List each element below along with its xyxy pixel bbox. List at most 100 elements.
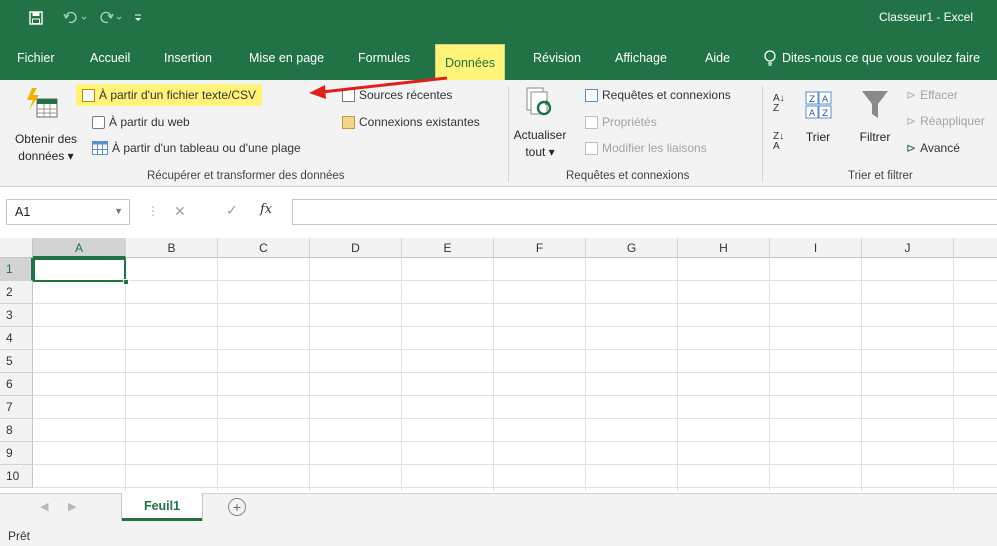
svg-text:Z: Z bbox=[809, 95, 815, 105]
get-data-button[interactable]: Obtenir des données ▾ bbox=[8, 84, 84, 166]
chevron-down-icon[interactable]: ▼ bbox=[114, 206, 123, 216]
select-all-button[interactable] bbox=[0, 238, 33, 258]
tab-insertion[interactable]: Insertion bbox=[164, 36, 212, 80]
column-header-g[interactable]: G bbox=[586, 238, 678, 258]
properties-icon bbox=[585, 115, 598, 129]
row-header-9[interactable]: 9 bbox=[0, 442, 33, 465]
svg-text:Z: Z bbox=[822, 109, 828, 119]
sheet-tab-bar: ◀ ▶ Feuil1 + bbox=[0, 493, 997, 523]
existing-connections-icon bbox=[342, 115, 355, 129]
get-data-icon bbox=[27, 88, 58, 118]
scroll-right-icon[interactable]: ▶ bbox=[68, 500, 76, 513]
undo-icon[interactable] bbox=[62, 0, 90, 36]
active-cell[interactable] bbox=[33, 258, 126, 282]
group-label-get-transform: Récupérer et transformer des données bbox=[147, 170, 345, 182]
filter-icon bbox=[862, 91, 888, 118]
table-icon bbox=[92, 141, 108, 155]
column-header-partial[interactable] bbox=[954, 238, 997, 258]
group-label-sort-filter: Trier et filtrer bbox=[848, 170, 913, 182]
reapply-icon: ⊳ bbox=[906, 114, 917, 128]
name-box[interactable]: A1 ▼ bbox=[6, 199, 130, 225]
advanced-filter-button[interactable]: ⊳ Avancé bbox=[906, 141, 960, 155]
reapply-label: Réappliquer bbox=[920, 114, 985, 128]
tab-formules[interactable]: Formules bbox=[358, 36, 410, 80]
filter-button[interactable]: Filtrer bbox=[853, 88, 897, 158]
from-web-label: À partir du web bbox=[109, 115, 190, 129]
tab-aide[interactable]: Aide bbox=[705, 36, 730, 80]
insert-function-button[interactable]: fx bbox=[260, 202, 272, 217]
row-header-4[interactable]: 4 bbox=[0, 327, 33, 350]
sort-button[interactable]: ZAAZ Trier bbox=[798, 88, 838, 158]
cancel-icon[interactable]: ✕ bbox=[174, 203, 186, 220]
refresh-all-label-1: Actualiser bbox=[513, 128, 567, 142]
edit-links-button[interactable]: Modifier les liaisons bbox=[585, 141, 707, 155]
column-header-d[interactable]: D bbox=[310, 238, 402, 258]
reapply-button[interactable]: ⊳ Réappliquer bbox=[906, 114, 985, 128]
redo-icon[interactable] bbox=[97, 0, 125, 36]
enter-icon[interactable]: ✓ bbox=[226, 202, 238, 219]
existing-connections-button[interactable]: Connexions existantes bbox=[342, 115, 480, 129]
formula-bar-grip-icon: ⋮ bbox=[147, 204, 159, 218]
column-header-j[interactable]: J bbox=[862, 238, 954, 258]
from-web-button[interactable]: À partir du web bbox=[92, 115, 190, 129]
tab-revision[interactable]: Révision bbox=[533, 36, 581, 80]
customize-qat-icon[interactable] bbox=[131, 0, 145, 36]
tell-me-box[interactable]: Dites-nous ce que vous voulez faire bbox=[763, 36, 980, 80]
existing-connections-label: Connexions existantes bbox=[359, 115, 480, 129]
clear-filter-button[interactable]: ⊳ Effacer bbox=[906, 88, 958, 102]
column-header-i[interactable]: I bbox=[770, 238, 862, 258]
add-sheet-icon[interactable]: + bbox=[228, 498, 246, 516]
ribbon-separator bbox=[762, 86, 763, 182]
recent-sources-button[interactable]: Sources récentes bbox=[342, 88, 452, 102]
refresh-all-button[interactable]: Actualiser tout ▾ bbox=[512, 86, 568, 166]
column-header-a[interactable]: A bbox=[33, 238, 126, 258]
refresh-all-label-2: tout ▾ bbox=[525, 145, 555, 159]
from-table-button[interactable]: À partir d'un tableau ou d'une plage bbox=[92, 141, 301, 155]
clear-filter-label: Effacer bbox=[920, 88, 958, 102]
queries-connections-button[interactable]: Requêtes et connexions bbox=[585, 88, 731, 102]
excel-window: Classeur1 - Excel Fichier Accueil Insert… bbox=[0, 0, 997, 546]
row-header-5[interactable]: 5 bbox=[0, 350, 33, 373]
formula-input[interactable] bbox=[292, 199, 997, 225]
web-page-icon bbox=[92, 115, 105, 129]
tab-mise-en-page[interactable]: Mise en page bbox=[249, 36, 324, 80]
row-header-2[interactable]: 2 bbox=[0, 281, 33, 304]
fill-handle[interactable] bbox=[123, 279, 129, 285]
tab-donnees[interactable]: Données bbox=[435, 44, 506, 80]
tell-me-text: Dites-nous ce que vous voulez faire bbox=[782, 51, 981, 65]
tab-affichage[interactable]: Affichage bbox=[615, 36, 667, 80]
row-header-7[interactable]: 7 bbox=[0, 396, 33, 419]
row-header-3[interactable]: 3 bbox=[0, 304, 33, 327]
clear-filter-icon: ⊳ bbox=[906, 88, 917, 102]
sort-za-button[interactable]: Z↓ A bbox=[773, 132, 784, 152]
column-header-c[interactable]: C bbox=[218, 238, 310, 258]
get-data-label-1: Obtenir des bbox=[14, 132, 78, 146]
group-label-queries: Requêtes et connexions bbox=[566, 170, 690, 182]
column-header-b[interactable]: B bbox=[126, 238, 218, 258]
sort-az-button[interactable]: A↓ Z bbox=[773, 94, 785, 114]
sheet-tab-feuil1[interactable]: Feuil1 bbox=[122, 493, 202, 521]
queries-connections-icon bbox=[585, 88, 598, 102]
from-text-csv-button[interactable]: À partir d'un fichier texte/CSV bbox=[76, 84, 263, 106]
ribbon-tab-bar: Fichier Accueil Insertion Mise en page F… bbox=[0, 36, 997, 80]
properties-button[interactable]: Propriétés bbox=[585, 115, 657, 129]
advanced-filter-icon: ⊳ bbox=[906, 141, 917, 155]
column-header-e[interactable]: E bbox=[402, 238, 494, 258]
column-header-f[interactable]: F bbox=[494, 238, 586, 258]
row-header-1[interactable]: 1 bbox=[0, 258, 33, 281]
sort-dialog-icon: Z AA Z bbox=[805, 91, 832, 119]
tab-accueil[interactable]: Accueil bbox=[90, 36, 130, 80]
row-header-8[interactable]: 8 bbox=[0, 419, 33, 442]
scroll-left-icon[interactable]: ◀ bbox=[40, 500, 48, 513]
tab-fichier[interactable]: Fichier bbox=[17, 36, 55, 80]
get-data-label-2: données ▾ bbox=[18, 149, 74, 163]
advanced-filter-label: Avancé bbox=[920, 141, 960, 155]
row-header-10[interactable]: 10 bbox=[0, 465, 33, 488]
edit-links-icon bbox=[585, 141, 598, 155]
name-box-value: A1 bbox=[15, 205, 31, 219]
cell-area[interactable] bbox=[33, 258, 997, 491]
svg-text:A: A bbox=[809, 109, 816, 119]
save-icon[interactable] bbox=[26, 0, 46, 36]
column-header-h[interactable]: H bbox=[678, 238, 770, 258]
row-header-6[interactable]: 6 bbox=[0, 373, 33, 396]
